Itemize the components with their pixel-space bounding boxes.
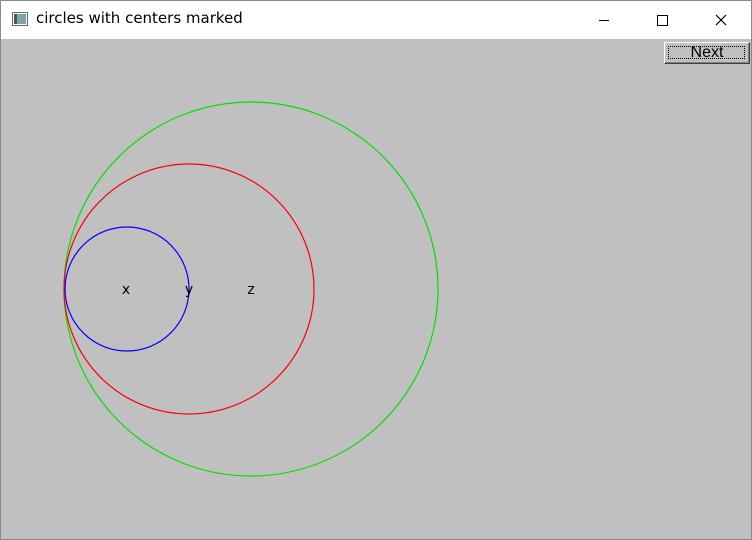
center-label-z: z: [247, 282, 254, 298]
close-button[interactable]: [698, 1, 744, 39]
drawing-area: x y z Next: [1, 39, 751, 539]
title-bar[interactable]: circles with centers marked: [1, 1, 751, 39]
app-window: circles with centers marked x y z Next: [0, 0, 752, 540]
maximize-icon: [657, 15, 668, 26]
center-label-x: x: [122, 282, 130, 298]
close-icon: [715, 14, 727, 26]
window-title: circles with centers marked: [36, 9, 243, 27]
next-button-label: Next: [690, 44, 724, 61]
minimize-button[interactable]: [581, 1, 627, 39]
center-label-y: y: [185, 282, 193, 298]
minimize-icon: [599, 20, 609, 21]
next-button[interactable]: Next: [664, 42, 750, 64]
app-window-icon: [12, 12, 28, 26]
circles-canvas: x y z: [63, 101, 439, 477]
maximize-button[interactable]: [639, 1, 685, 39]
